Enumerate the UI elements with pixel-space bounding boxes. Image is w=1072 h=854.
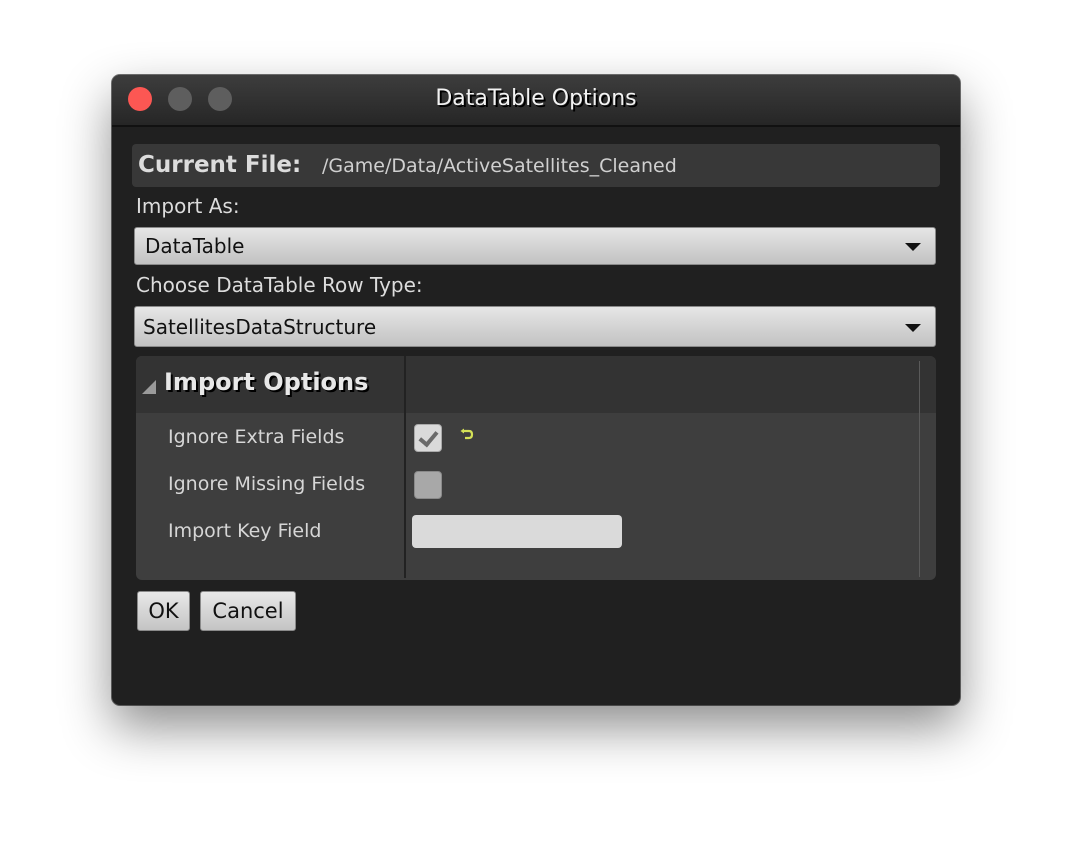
panel-scroll-edge xyxy=(919,361,920,577)
datatable-options-dialog: DataTable Options Current File: /Game/Da… xyxy=(112,75,960,705)
current-file-label: Current File: xyxy=(138,152,302,178)
import-as-label: Import As: xyxy=(136,194,240,218)
import-key-field-label: Import Key Field xyxy=(168,520,322,542)
row-type-label: Choose DataTable Row Type: xyxy=(136,273,423,297)
title-bar[interactable]: DataTable Options xyxy=(112,75,960,127)
row-type-value: SatellitesDataStructure xyxy=(143,315,377,339)
import-key-field-input[interactable] xyxy=(412,515,622,548)
ignore-extra-fields-checkbox[interactable] xyxy=(414,424,442,452)
ignore-missing-fields-checkbox[interactable] xyxy=(414,471,442,499)
import-options-header[interactable]: Import Options xyxy=(136,356,936,413)
import-options-panel: Import Options Ignore Extra Fields Ignor… xyxy=(136,356,936,580)
checkmark-icon xyxy=(418,426,439,448)
ok-button[interactable]: OK xyxy=(137,591,190,631)
reset-to-default-icon[interactable] xyxy=(460,428,474,442)
import-as-value: DataTable xyxy=(145,234,245,258)
current-file-bar: Current File: /Game/Data/ActiveSatellite… xyxy=(132,144,940,187)
ignore-extra-fields-label: Ignore Extra Fields xyxy=(168,426,345,448)
import-as-dropdown[interactable]: DataTable xyxy=(134,227,936,265)
chevron-down-icon xyxy=(905,243,921,251)
ignore-missing-fields-label: Ignore Missing Fields xyxy=(168,473,366,495)
import-options-title: Import Options xyxy=(164,368,369,396)
cancel-button[interactable]: Cancel xyxy=(200,591,296,631)
window-title: DataTable Options xyxy=(435,86,637,111)
row-type-dropdown[interactable]: SatellitesDataStructure xyxy=(134,306,936,347)
chevron-down-icon xyxy=(905,324,921,332)
collapse-triangle-icon[interactable] xyxy=(142,380,156,394)
current-file-path: /Game/Data/ActiveSatellites_Cleaned xyxy=(322,155,677,177)
column-divider[interactable] xyxy=(404,356,406,578)
